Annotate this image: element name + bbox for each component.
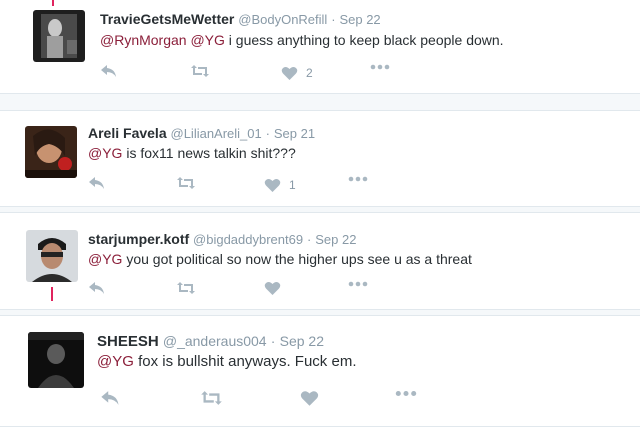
username[interactable]: @BodyOnRefill xyxy=(238,12,327,27)
tweet-body: i guess anything to keep black people do… xyxy=(224,32,504,48)
tweet-actions xyxy=(88,281,388,301)
tweet-actions: 2 xyxy=(100,64,400,84)
thread-line xyxy=(52,0,54,6)
retweet-icon xyxy=(177,282,195,294)
tweet-body: is fox11 news talkin shit??? xyxy=(122,145,296,161)
tweet[interactable]: starjumper.kotf @bigdaddybrent69 · Sep 2… xyxy=(0,212,640,310)
timestamp[interactable]: Sep 22 xyxy=(315,232,356,247)
timestamp[interactable]: Sep 22 xyxy=(339,12,380,27)
reply-icon xyxy=(89,177,104,189)
thread-line xyxy=(51,287,53,301)
retweet-button[interactable] xyxy=(176,176,196,190)
avatar[interactable] xyxy=(26,230,78,282)
mention-link[interactable]: @YG xyxy=(88,251,122,267)
avatar[interactable] xyxy=(33,10,85,62)
like-count: 2 xyxy=(306,66,313,80)
more-icon xyxy=(370,64,390,70)
display-name[interactable]: TravieGetsMeWetter xyxy=(100,11,234,27)
more-button[interactable] xyxy=(348,281,368,287)
tweet-actions: 1 xyxy=(88,176,388,196)
separator-dot: · xyxy=(265,126,270,141)
mention-link[interactable]: @RynMorgan xyxy=(100,32,187,48)
heart-icon xyxy=(281,66,298,80)
tweet-text: @YG is fox11 news talkin shit??? xyxy=(88,144,296,162)
like-count: 1 xyxy=(289,178,296,192)
tweet-header: Areli Favela @LilianAreli_01 · Sep 21 xyxy=(88,124,315,143)
tweet-text: @YG you got political so now the higher … xyxy=(88,250,472,268)
reply-button[interactable] xyxy=(100,64,118,78)
username[interactable]: @bigdaddybrent69 xyxy=(193,232,303,247)
timestamp[interactable]: Sep 22 xyxy=(280,333,324,349)
tweet-header: TravieGetsMeWetter @BodyOnRefill · Sep 2… xyxy=(100,10,381,29)
avatar[interactable] xyxy=(28,332,84,388)
like-button[interactable]: 2 xyxy=(281,64,313,82)
tweet-header: starjumper.kotf @bigdaddybrent69 · Sep 2… xyxy=(88,230,356,249)
username[interactable]: @LilianAreli_01 xyxy=(171,126,262,141)
timestamp[interactable]: Sep 21 xyxy=(274,126,315,141)
tweet[interactable]: TravieGetsMeWetter @BodyOnRefill · Sep 2… xyxy=(0,0,640,94)
retweet-icon xyxy=(177,177,195,189)
retweet-icon xyxy=(191,65,209,77)
username[interactable]: @_anderaus004 xyxy=(163,333,267,349)
tweet-text: @YG fox is bullshit anyways. Fuck em. xyxy=(97,353,356,371)
heart-icon xyxy=(264,281,281,295)
more-button[interactable] xyxy=(348,176,368,182)
tweet-header: SHEESH @_anderaus004 · Sep 22 xyxy=(97,332,324,351)
reply-icon xyxy=(89,282,104,294)
retweet-button[interactable] xyxy=(176,281,196,295)
display-name[interactable]: SHEESH xyxy=(97,333,159,350)
more-icon xyxy=(348,281,368,287)
more-icon xyxy=(395,390,417,397)
retweet-button[interactable] xyxy=(190,64,210,78)
display-name[interactable]: starjumper.kotf xyxy=(88,231,189,247)
heart-icon xyxy=(264,178,281,192)
more-button[interactable] xyxy=(395,390,417,397)
tweet-body: fox is bullshit anyways. Fuck em. xyxy=(133,353,357,370)
tweet[interactable]: Areli Favela @LilianAreli_01 · Sep 21 @Y… xyxy=(0,110,640,207)
like-button[interactable] xyxy=(300,390,319,407)
mention-link[interactable]: @YG xyxy=(88,145,122,161)
like-button[interactable]: 1 xyxy=(264,176,296,194)
retweet-icon xyxy=(201,391,222,405)
like-button[interactable] xyxy=(264,281,281,296)
reply-button[interactable] xyxy=(100,390,121,406)
tweet-actions xyxy=(100,390,430,410)
tweet[interactable]: SHEESH @_anderaus004 · Sep 22 @YG fox is… xyxy=(0,315,640,427)
mention-link[interactable]: @YG xyxy=(190,32,224,48)
display-name[interactable]: Areli Favela xyxy=(88,125,167,141)
separator-dot: · xyxy=(306,232,312,247)
reply-button[interactable] xyxy=(88,281,106,295)
separator-dot: · xyxy=(270,333,276,349)
separator-dot: · xyxy=(331,12,336,27)
mention-link[interactable]: @YG xyxy=(97,353,134,370)
retweet-button[interactable] xyxy=(200,390,223,406)
more-icon xyxy=(348,176,368,182)
reply-button[interactable] xyxy=(88,176,106,190)
heart-icon xyxy=(300,391,319,406)
reply-icon xyxy=(101,391,119,405)
tweet-text: @RynMorgan @YG i guess anything to keep … xyxy=(100,31,504,49)
reply-icon xyxy=(101,65,116,77)
avatar[interactable] xyxy=(25,126,77,178)
more-button[interactable] xyxy=(370,64,390,70)
tweet-body: you got political so now the higher ups … xyxy=(122,251,472,267)
